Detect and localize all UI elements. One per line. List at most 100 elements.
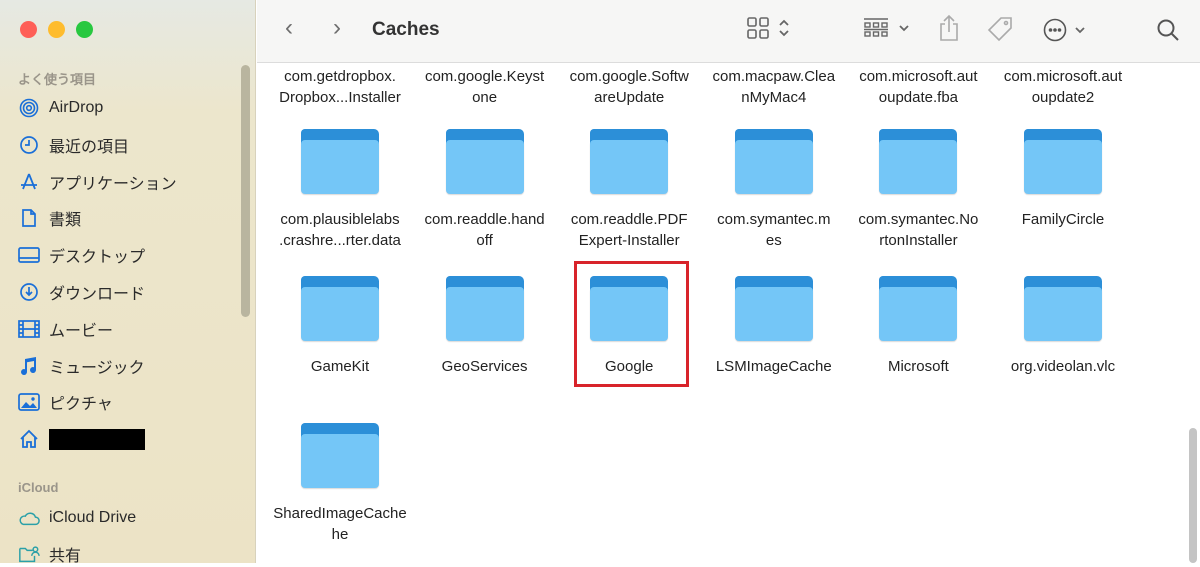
folder-item[interactable]: com.plausiblelabs .crashre...rter.data bbox=[268, 129, 412, 251]
back-icon[interactable]: ‹ bbox=[285, 14, 293, 42]
folder-name: com.getdropbox. bbox=[284, 68, 396, 85]
folder-item[interactable]: Microsoft bbox=[846, 276, 990, 377]
folder-name: com.macpaw.Clea bbox=[712, 68, 836, 85]
folder-name: Microsoft bbox=[887, 358, 949, 375]
folder-icon bbox=[445, 276, 524, 342]
sidebar-item-label: ムービー bbox=[49, 322, 114, 340]
share-icon[interactable] bbox=[938, 14, 960, 42]
folder-name: off bbox=[476, 232, 493, 249]
folder-icon bbox=[879, 129, 958, 195]
folder-item[interactable]: GeoServices bbox=[413, 276, 557, 377]
folder-item[interactable]: com.google.Softw areUpdate bbox=[557, 66, 701, 108]
folder-icon bbox=[301, 276, 379, 342]
folder-name: nMyMac4 bbox=[741, 89, 807, 106]
folder-item[interactable]: com.microsoft.aut oupdate.fba bbox=[846, 66, 990, 108]
music-icon bbox=[18, 356, 40, 376]
folder-item[interactable]: com.macpaw.Clea nMyMac4 bbox=[702, 66, 846, 108]
group-icon[interactable] bbox=[863, 17, 911, 39]
highlight-box bbox=[574, 261, 689, 387]
folder-item[interactable]: com.microsoft.aut oupdate2 bbox=[991, 66, 1135, 108]
folder-item[interactable]: GameKit bbox=[268, 276, 412, 377]
folder-icon bbox=[734, 276, 813, 342]
sidebar-item-applications[interactable]: アプリケーション bbox=[18, 169, 177, 195]
document-icon bbox=[18, 208, 40, 228]
airdrop-icon bbox=[18, 98, 40, 118]
folder-icon bbox=[301, 423, 379, 489]
folder-name: Expert-Installer bbox=[578, 232, 680, 249]
sidebar-item-label: 最近の項目 bbox=[49, 138, 130, 156]
sidebar-item-label: ピクチャ bbox=[49, 396, 113, 414]
folder-item[interactable]: com.google.Keyst one bbox=[413, 66, 557, 108]
folder-item[interactable]: com.symantec.m es bbox=[702, 129, 846, 251]
window-title: Caches bbox=[372, 19, 440, 40]
cloud-icon bbox=[18, 508, 40, 528]
folder-name: com.readdle.PDF bbox=[570, 211, 688, 228]
folder-name: SharedImageCache bbox=[273, 505, 407, 522]
folder-item[interactable]: FamilyCircle bbox=[991, 129, 1135, 230]
sidebar-item-airdrop[interactable]: AirDrop bbox=[18, 95, 103, 121]
main-scrollbar[interactable] bbox=[1189, 428, 1197, 563]
tag-icon[interactable] bbox=[987, 16, 1013, 42]
sidebar-item-shared-folder[interactable]: 共有 bbox=[18, 541, 81, 567]
folder-name: com.microsoft.aut bbox=[1003, 68, 1123, 85]
folder-name: com.symantec.m bbox=[717, 211, 831, 228]
shared-folder-icon bbox=[18, 544, 40, 564]
sidebar-item-home[interactable] bbox=[18, 426, 145, 452]
folder-name: GeoServices bbox=[441, 358, 528, 375]
sidebar-scrollbar[interactable] bbox=[241, 65, 250, 317]
sidebar-item-label: ダウンロード bbox=[49, 286, 146, 303]
folder-name: com.google.Softw bbox=[569, 68, 689, 85]
forward-icon[interactable]: › bbox=[333, 14, 341, 42]
folder-name: com.google.Keyst bbox=[424, 68, 545, 85]
folder-item[interactable]: org.videolan.vlc bbox=[991, 276, 1135, 377]
folder-name: oupdate.fba bbox=[878, 89, 959, 106]
home-icon bbox=[18, 429, 40, 449]
folder-name: GameKit bbox=[310, 358, 370, 375]
sidebar-item-desktop[interactable]: デスクトップ bbox=[18, 242, 145, 268]
grid-view-icon[interactable] bbox=[747, 17, 791, 39]
folder-name: FamilyCircle bbox=[1021, 211, 1105, 228]
folder-icon bbox=[301, 129, 379, 195]
sidebar-item-download[interactable]: ダウンロード bbox=[18, 279, 145, 305]
clock-icon bbox=[18, 135, 40, 155]
folder-icon bbox=[1024, 276, 1102, 342]
download-icon bbox=[18, 282, 40, 302]
folder-item[interactable]: com.readdle.hand off bbox=[413, 129, 557, 251]
folder-item[interactable]: SharedImageCache he bbox=[268, 423, 412, 545]
favorites-header: よく使う項目 bbox=[18, 72, 97, 87]
folder-name: rtonInstaller bbox=[879, 232, 958, 249]
folder-item[interactable]: com.symantec.No rtonInstaller bbox=[846, 129, 990, 251]
picture-icon bbox=[18, 392, 40, 412]
sidebar: よく使う項目 AirDrop 最近の項目アプリケーション書類デスクトップ ダウンロー… bbox=[0, 0, 256, 565]
sidebar-item-label: 書類 bbox=[49, 212, 82, 230]
sidebar-item-label: デスクトップ bbox=[49, 249, 146, 267]
sidebar-item-music[interactable]: ミュージック bbox=[18, 353, 145, 379]
more-icon[interactable] bbox=[1043, 18, 1087, 42]
folder-name: he bbox=[331, 526, 349, 543]
close-button[interactable] bbox=[20, 21, 37, 38]
sidebar-item-cloud[interactable]: iCloud Drive bbox=[18, 505, 136, 531]
search-icon[interactable] bbox=[1156, 18, 1180, 42]
sidebar-item-clock[interactable]: 最近の項目 bbox=[18, 132, 129, 158]
folder-icon bbox=[445, 129, 524, 195]
zoom-button[interactable] bbox=[76, 21, 93, 38]
folder-name: LSMImageCache bbox=[715, 358, 832, 375]
sidebar-item-label: ミュージック bbox=[49, 359, 145, 377]
folder-name: com.symantec.No bbox=[858, 211, 979, 228]
folder-item[interactable]: com.readdle.PDF Expert-Installer bbox=[557, 129, 701, 251]
sidebar-item-label: iCloud Drive bbox=[49, 509, 137, 526]
applications-icon bbox=[18, 172, 40, 192]
sidebar-item-document[interactable]: 書類 bbox=[18, 205, 81, 231]
folder-icon bbox=[1024, 129, 1102, 195]
folder-icon bbox=[734, 129, 813, 195]
folder-item[interactable]: com.getdropbox. Dropbox...Installer bbox=[268, 66, 412, 108]
sidebar-item-movie[interactable]: ムービー bbox=[18, 316, 113, 342]
sidebar-item-picture[interactable]: ピクチャ bbox=[18, 389, 113, 415]
folder-name: es bbox=[765, 232, 782, 249]
folder-name: areUpdate bbox=[594, 89, 665, 106]
folder-item[interactable]: LSMImageCache bbox=[702, 276, 846, 377]
folder-icon bbox=[590, 129, 669, 195]
folder-name: com.microsoft.aut bbox=[859, 68, 978, 85]
minimize-button[interactable] bbox=[48, 21, 65, 38]
folder-name: com.plausiblelabs bbox=[280, 211, 400, 228]
